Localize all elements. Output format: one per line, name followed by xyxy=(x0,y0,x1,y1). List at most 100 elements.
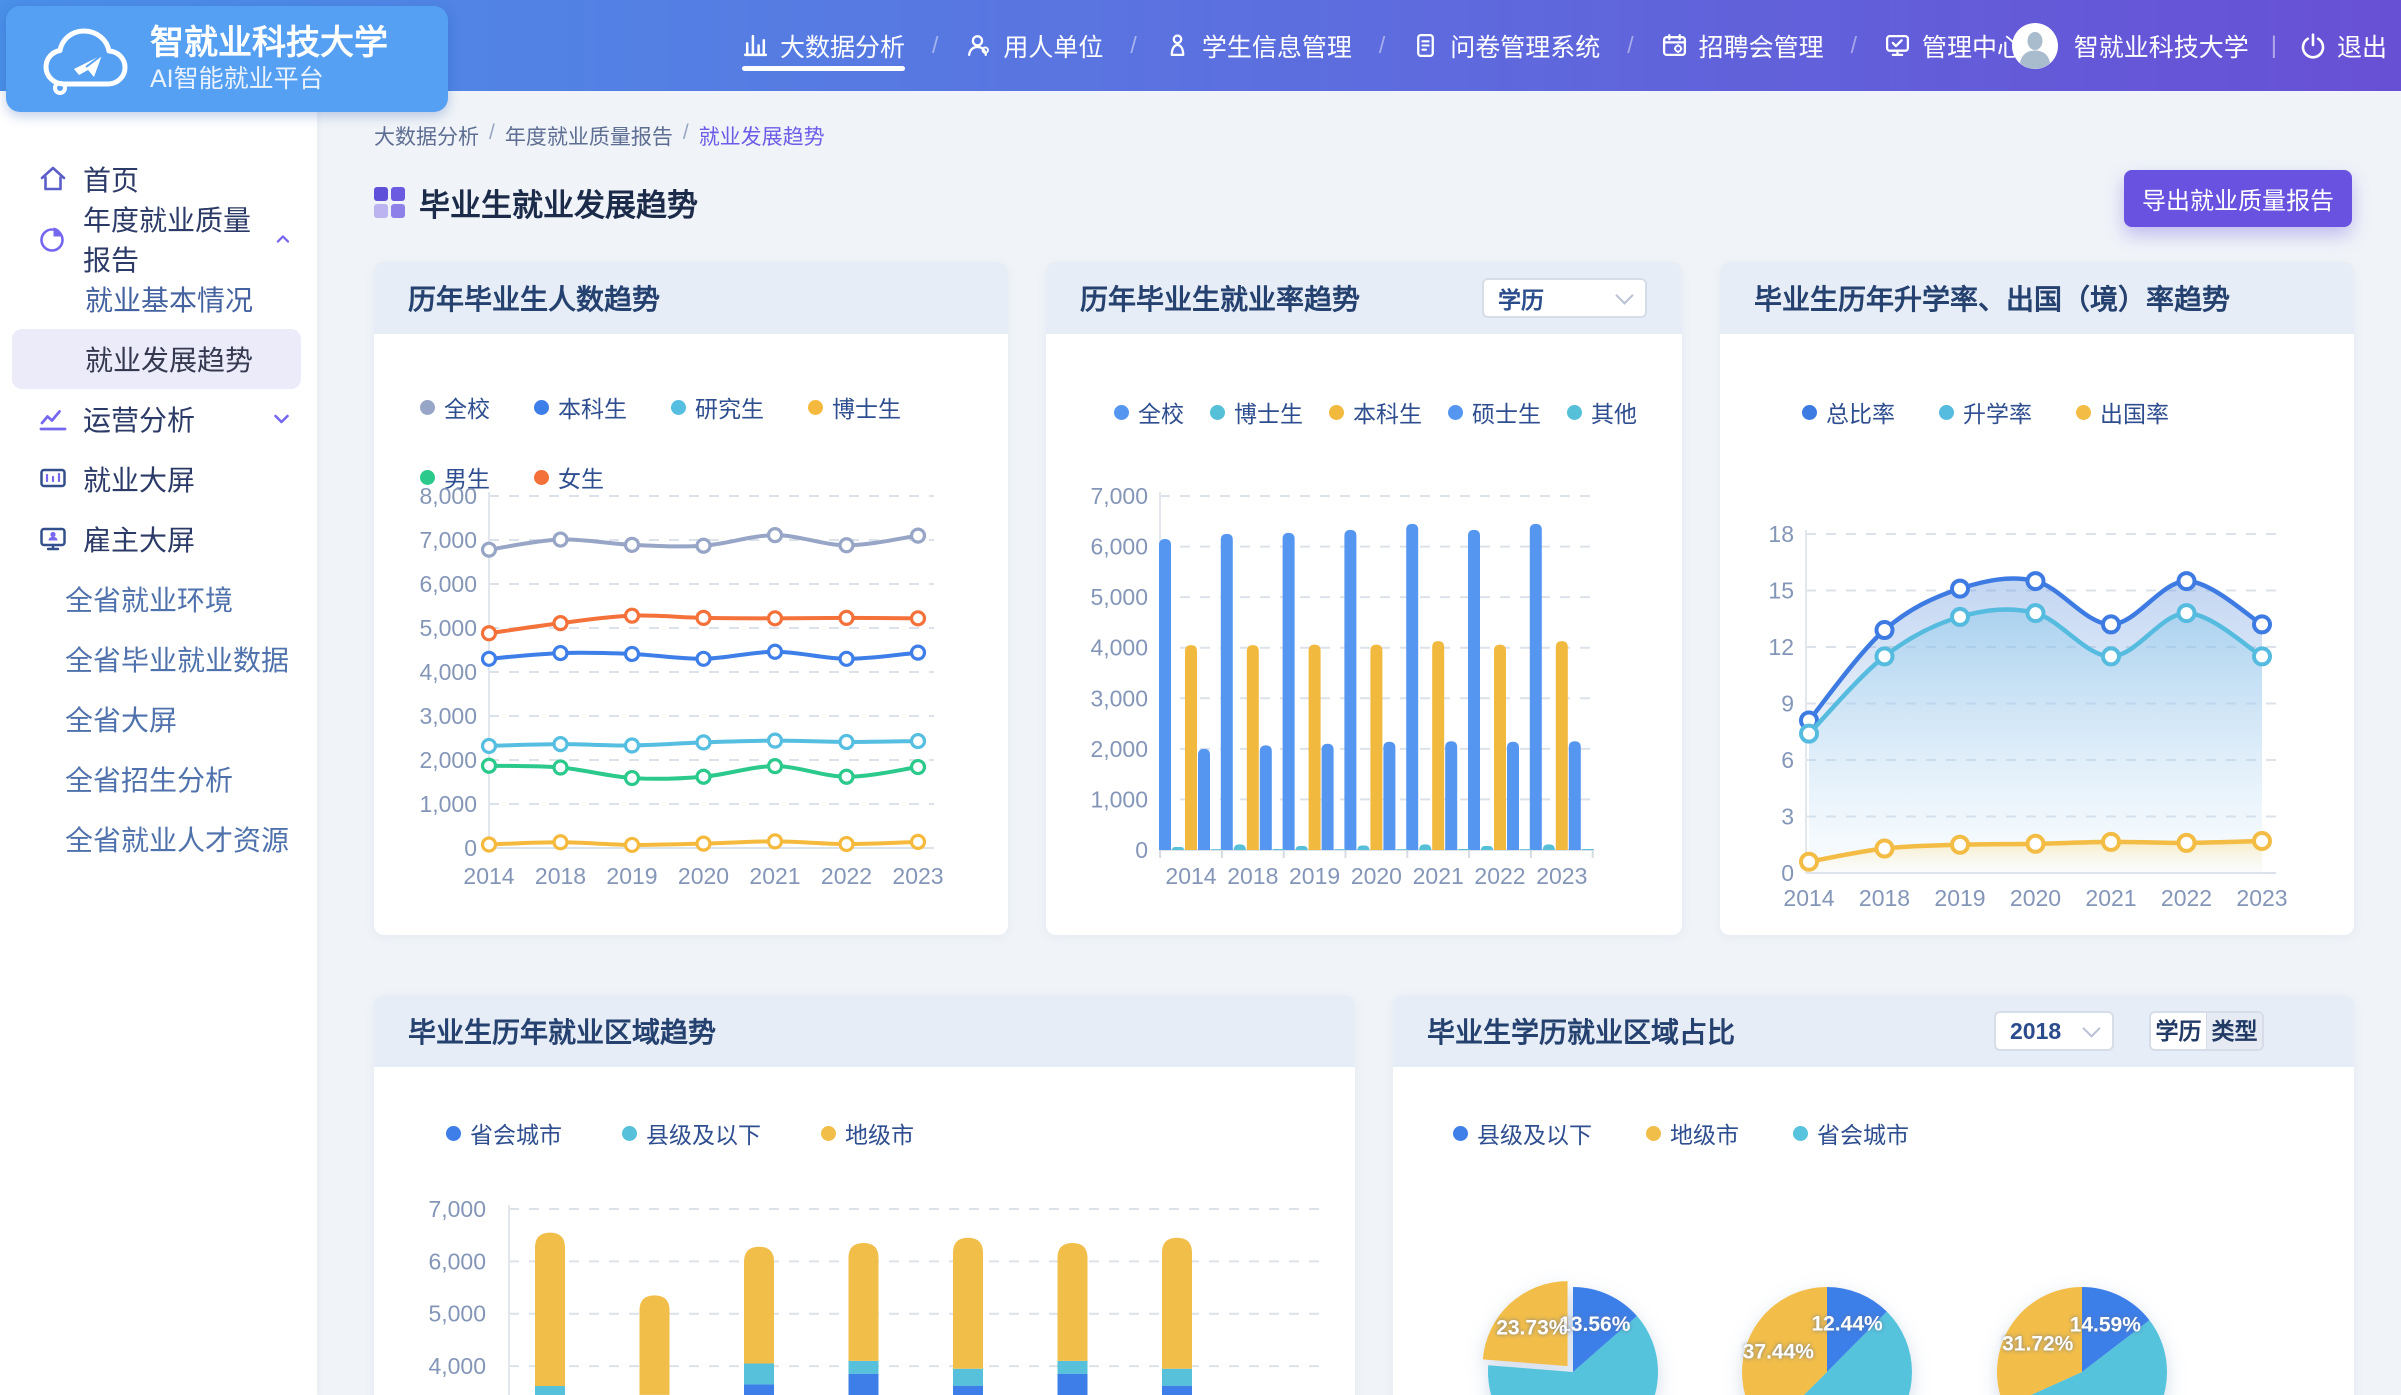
svg-text:0: 0 xyxy=(1781,860,1794,886)
legend-dot xyxy=(534,400,549,415)
card-employment-region-trend: 毕业生历年就业区域趋势 省会城市县级及以下地级市 01,0002,0003,00… xyxy=(374,995,1355,1395)
legend-item-本科生[interactable]: 本科生 xyxy=(534,390,627,424)
nav-item-job-fair[interactable]: 招聘会管理 xyxy=(1661,0,1824,91)
user-silhouette-icon xyxy=(2012,23,2058,69)
legend-label: 总比率 xyxy=(1826,395,1895,429)
admin-icon xyxy=(1884,32,1911,59)
legend-item-博士生[interactable]: 博士生 xyxy=(808,390,901,424)
legend-item-省会城市[interactable]: 省会城市 xyxy=(1793,1116,1909,1150)
svg-text:4,000: 4,000 xyxy=(428,1353,486,1379)
sidebar: 首页年度就业质量报告就业基本情况就业发展趋势运营分析就业大屏雇主大屏全省就业环境… xyxy=(0,91,317,1395)
svg-text:2014: 2014 xyxy=(1165,863,1216,889)
legend-item-省会城市[interactable]: 省会城市 xyxy=(446,1116,562,1150)
svg-text:6: 6 xyxy=(1781,747,1794,773)
legend-item-升学率[interactable]: 升学率 xyxy=(1939,395,2032,429)
nav-item-employer[interactable]: 用人单位 xyxy=(965,0,1103,91)
sidebar-item-label: 就业大屏 xyxy=(83,459,195,499)
nav-item-student[interactable]: 学生信息管理 xyxy=(1164,0,1352,91)
nav-item-questionnaire[interactable]: 问卷管理系统 xyxy=(1412,0,1600,91)
sidebar-item-label: 全省大屏 xyxy=(65,699,177,739)
sidebar-item-年度就业质量报告[interactable]: 年度就业质量报告 xyxy=(0,209,317,269)
legend-dot xyxy=(446,1126,461,1141)
sidebar-item-就业发展趋势[interactable]: 就业发展趋势 xyxy=(12,329,301,389)
breadcrumb-item[interactable]: 年度就业质量报告 xyxy=(505,121,673,151)
svg-text:3,000: 3,000 xyxy=(419,703,477,729)
legend-dot xyxy=(420,400,435,415)
legend-item-女生[interactable]: 女生 xyxy=(534,460,604,494)
svg-text:2,000: 2,000 xyxy=(419,747,477,773)
pie-chart-3 xyxy=(1997,1287,2167,1395)
legend-further-study: 总比率 升学率 出国率 xyxy=(1802,395,2169,429)
employer-icon xyxy=(965,32,992,59)
home-icon xyxy=(38,164,68,194)
cloud-plane-logo-icon xyxy=(36,18,132,100)
svg-text:2021: 2021 xyxy=(1413,863,1464,889)
legend-item-出国率[interactable]: 出国率 xyxy=(2076,395,2169,429)
sidebar-item-全省就业人才资源[interactable]: 全省就业人才资源 xyxy=(0,809,317,869)
svg-text:13.56%: 13.56% xyxy=(1559,1313,1631,1336)
legend-item-男生[interactable]: 男生 xyxy=(420,460,490,494)
tab-type[interactable]: 类型 xyxy=(2206,1013,2262,1049)
svg-text:0: 0 xyxy=(464,835,477,861)
nav-separator: / xyxy=(932,32,938,59)
legend-dot xyxy=(1448,405,1463,420)
sidebar-item-就业大屏[interactable]: 就业大屏 xyxy=(0,449,317,509)
legend-label: 其他 xyxy=(1591,395,1637,429)
breadcrumb-separator: / xyxy=(683,121,689,151)
legend-label: 升学率 xyxy=(1963,395,2032,429)
sidebar-item-label: 就业发展趋势 xyxy=(85,339,253,379)
legend-label: 省会城市 xyxy=(1817,1116,1909,1150)
breadcrumb-item[interactable]: 大数据分析 xyxy=(374,121,479,151)
legend-dot xyxy=(1646,1126,1661,1141)
svg-text:12.44%: 12.44% xyxy=(1811,1312,1883,1335)
line-chart-icon xyxy=(38,404,68,434)
nav-item-admin[interactable]: 管理中心 xyxy=(1884,0,2022,91)
sidebar-item-全省招生分析[interactable]: 全省招生分析 xyxy=(0,749,317,809)
svg-text:0: 0 xyxy=(1135,837,1148,863)
legend-item-县级及以下[interactable]: 县级及以下 xyxy=(622,1116,761,1150)
svg-text:3: 3 xyxy=(1781,804,1794,830)
nav-separator: / xyxy=(1851,32,1857,59)
legend-item-硕士生[interactable]: 硕士生 xyxy=(1448,395,1541,429)
card-region-share-by-degree: 毕业生学历就业区域占比 2018 学历 类型 县级及以下地级市省会城市 13.5… xyxy=(1393,995,2354,1395)
legend-item-全校[interactable]: 全校 xyxy=(1114,395,1184,429)
sidebar-item-label: 全省就业人才资源 xyxy=(65,819,289,859)
brand-logo[interactable]: 智就业科技大学 AI智能就业平台 xyxy=(6,6,448,112)
svg-text:2022: 2022 xyxy=(1474,863,1525,889)
sidebar-item-雇主大屏[interactable]: 雇主大屏 xyxy=(0,509,317,569)
nav-item-bar-chart[interactable]: 大数据分析 xyxy=(742,0,905,91)
logout-label: 退出 xyxy=(2337,28,2387,64)
legend-item-本科生[interactable]: 本科生 xyxy=(1329,395,1422,429)
legend-label: 女生 xyxy=(558,460,604,494)
legend-item-其他[interactable]: 其他 xyxy=(1567,395,1637,429)
bar-chart-employment-rate: 01,0002,0003,0004,0005,0006,0007,0002014… xyxy=(1046,262,1682,935)
legend-item-县级及以下[interactable]: 县级及以下 xyxy=(1453,1116,1592,1150)
sidebar-item-全省大屏[interactable]: 全省大屏 xyxy=(0,689,317,749)
svg-text:2019: 2019 xyxy=(1289,863,1340,889)
sidebar-item-全省就业环境[interactable]: 全省就业环境 xyxy=(0,569,317,629)
legend-item-博士生[interactable]: 博士生 xyxy=(1210,395,1303,429)
legend-item-地级市[interactable]: 地级市 xyxy=(821,1116,914,1150)
svg-text:14.59%: 14.59% xyxy=(2070,1314,2142,1337)
degree-filter-dropdown[interactable]: 学历 xyxy=(1482,278,1647,318)
legend-item-总比率[interactable]: 总比率 xyxy=(1802,395,1895,429)
legend-item-全校[interactable]: 全校 xyxy=(420,390,490,424)
avatar[interactable] xyxy=(2012,23,2058,69)
sidebar-item-全省毕业就业数据[interactable]: 全省毕业就业数据 xyxy=(0,629,317,689)
year-filter-dropdown[interactable]: 2018 xyxy=(1994,1011,2114,1051)
card-graduates-count-trend: 历年毕业生人数趋势 全校本科生研究生博士生男生女生 01,0002,0003,0… xyxy=(374,262,1008,935)
legend-dot xyxy=(622,1126,637,1141)
user-divider: | xyxy=(2271,32,2277,60)
svg-text:2018: 2018 xyxy=(1227,863,1278,889)
sidebar-item-就业基本情况[interactable]: 就业基本情况 xyxy=(0,269,317,329)
svg-text:6,000: 6,000 xyxy=(419,571,477,597)
export-report-button[interactable]: 导出就业质量报告 xyxy=(2124,170,2352,227)
legend-item-地级市[interactable]: 地级市 xyxy=(1646,1116,1739,1150)
tab-degree[interactable]: 学历 xyxy=(2151,1013,2206,1049)
logout-button[interactable]: 退出 xyxy=(2299,28,2387,64)
svg-text:37.44%: 37.44% xyxy=(1743,1341,1815,1364)
legend-item-研究生[interactable]: 研究生 xyxy=(671,390,764,424)
sidebar-item-运营分析[interactable]: 运营分析 xyxy=(0,389,317,449)
card-header: 毕业生历年升学率、出国（境）率趋势 xyxy=(1720,262,2354,334)
svg-text:2020: 2020 xyxy=(1351,863,1402,889)
